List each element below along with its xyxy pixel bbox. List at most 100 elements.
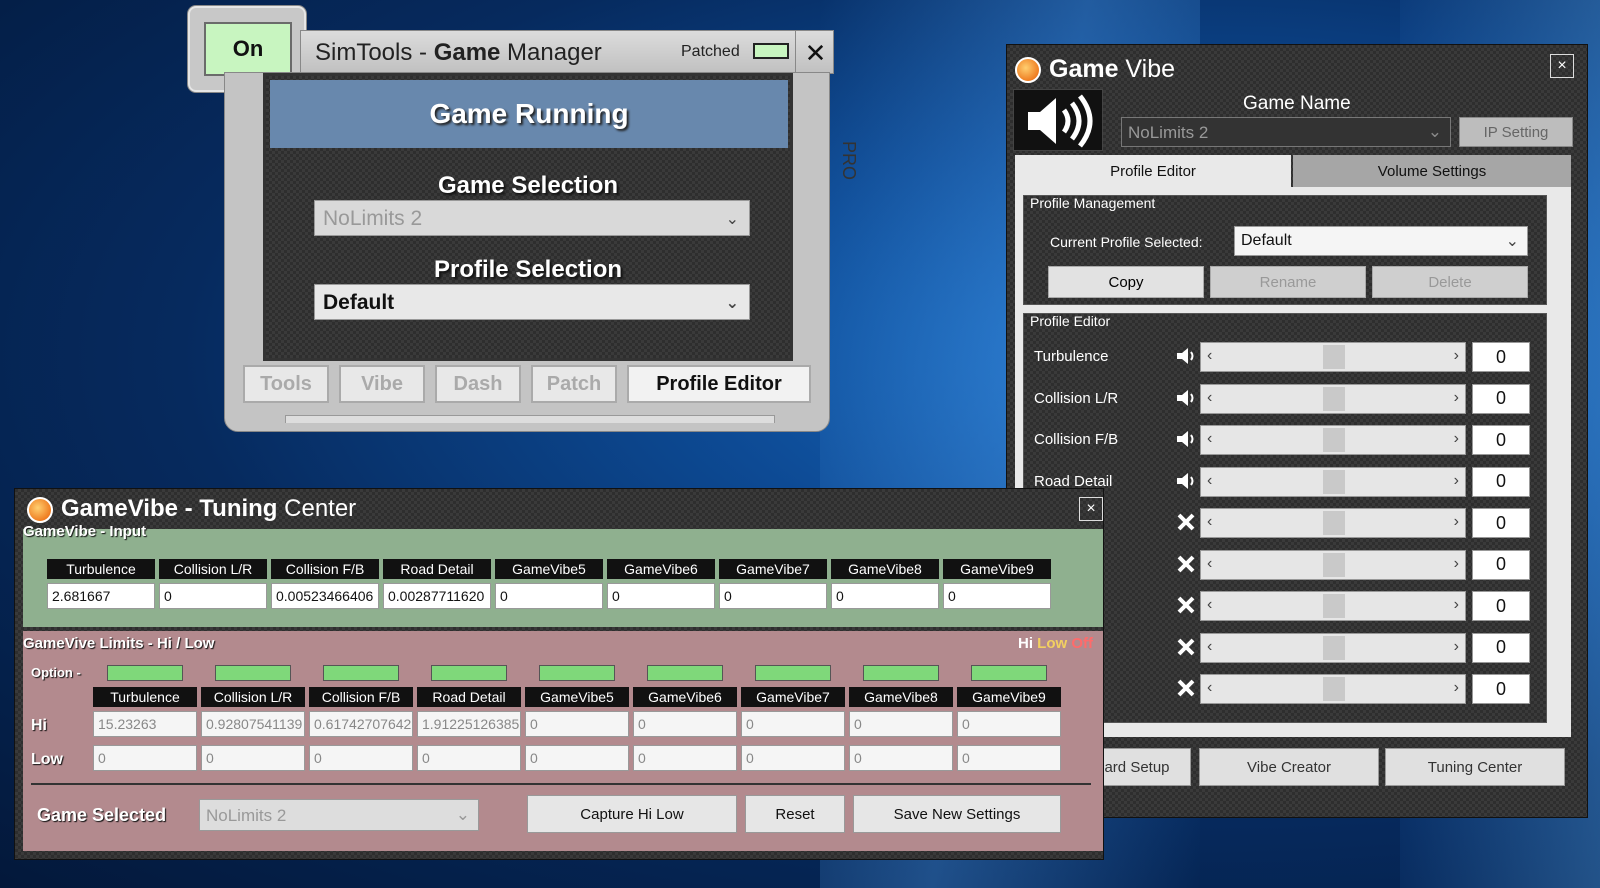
low-value-cell[interactable]: 0: [417, 745, 521, 771]
hi-value-cell[interactable]: 15.23263: [93, 711, 197, 737]
copy-button[interactable]: Copy: [1048, 266, 1204, 298]
mute-icon[interactable]: [1172, 508, 1200, 536]
low-value-cell[interactable]: 0: [633, 745, 737, 771]
vibe-slider[interactable]: ‹ ›: [1200, 674, 1466, 704]
slider-thumb[interactable]: [1323, 386, 1345, 411]
slider-thumb[interactable]: [1323, 345, 1345, 369]
save-new-settings-button[interactable]: Save New Settings: [853, 795, 1061, 833]
slider-thumb[interactable]: [1323, 594, 1345, 618]
tab-profile-editor[interactable]: Profile Editor: [1015, 155, 1291, 187]
profile-selection-dropdown[interactable]: Default ⌄: [314, 284, 750, 320]
input-value-cell[interactable]: 0: [607, 583, 715, 609]
vibe-slider[interactable]: ‹ ›: [1200, 425, 1466, 455]
slider-thumb[interactable]: [1323, 511, 1345, 535]
vibe-slider[interactable]: ‹ ›: [1200, 466, 1466, 497]
speaker-icon[interactable]: [1172, 467, 1200, 495]
on-button[interactable]: On: [204, 22, 292, 76]
low-value-cell[interactable]: 0: [93, 745, 197, 771]
tools-button[interactable]: Tools: [243, 365, 329, 403]
vibe-slider[interactable]: ‹ ›: [1200, 549, 1466, 580]
chevron-left-icon[interactable]: ‹: [1207, 513, 1212, 531]
channel-value[interactable]: 0: [1472, 632, 1530, 663]
reset-button[interactable]: Reset: [745, 795, 845, 833]
low-value-cell[interactable]: 0: [525, 745, 629, 771]
hi-value-cell[interactable]: 0: [849, 711, 953, 737]
game-manager-title-bar[interactable]: SimTools - Game Manager Patched ✕: [300, 30, 835, 75]
close-button[interactable]: ×: [1079, 497, 1103, 521]
chevron-left-icon[interactable]: ‹: [1207, 638, 1212, 656]
chevron-left-icon[interactable]: ‹: [1207, 555, 1212, 573]
input-value-cell[interactable]: 0: [943, 583, 1051, 609]
vibe-slider[interactable]: ‹ ›: [1200, 508, 1466, 538]
channel-value[interactable]: 0: [1472, 466, 1530, 497]
chevron-right-icon[interactable]: ›: [1454, 555, 1459, 573]
vibe-creator-button[interactable]: Vibe Creator: [1199, 748, 1379, 786]
game-selection-dropdown[interactable]: NoLimits 2 ⌄: [314, 200, 750, 236]
option-toggle[interactable]: [215, 665, 291, 681]
hi-value-cell[interactable]: 0.61742707642: [309, 711, 413, 737]
hi-value-cell[interactable]: 0.92807541139: [201, 711, 305, 737]
chevron-left-icon[interactable]: ‹: [1207, 430, 1212, 448]
input-value-cell[interactable]: 0.00523466406: [271, 583, 379, 609]
vibe-slider[interactable]: ‹ ›: [1200, 342, 1466, 372]
speaker-icon[interactable]: [1172, 384, 1200, 412]
low-value-cell[interactable]: 0: [309, 745, 413, 771]
chevron-right-icon[interactable]: ›: [1454, 389, 1459, 407]
tuning-center-button[interactable]: Tuning Center: [1385, 748, 1565, 786]
channel-value[interactable]: 0: [1472, 591, 1530, 621]
mute-icon[interactable]: [1172, 550, 1200, 578]
low-value-cell[interactable]: 0: [741, 745, 845, 771]
tab-volume-settings[interactable]: Volume Settings: [1293, 155, 1571, 187]
patch-button[interactable]: Patch: [531, 365, 617, 403]
chevron-right-icon[interactable]: ›: [1454, 513, 1459, 531]
channel-value[interactable]: 0: [1472, 549, 1530, 580]
channel-value[interactable]: 0: [1472, 508, 1530, 538]
channel-value[interactable]: 0: [1472, 674, 1530, 704]
slider-thumb[interactable]: [1323, 635, 1345, 660]
close-button[interactable]: ✕: [795, 31, 835, 75]
option-toggle[interactable]: [647, 665, 723, 681]
game-name-dropdown[interactable]: NoLimits 2 ⌄: [1121, 117, 1451, 147]
mute-icon[interactable]: [1172, 633, 1200, 661]
option-toggle[interactable]: [863, 665, 939, 681]
chevron-right-icon[interactable]: ›: [1454, 347, 1459, 365]
vibe-slider[interactable]: ‹ ›: [1200, 591, 1466, 621]
vibe-slider[interactable]: ‹ ›: [1200, 383, 1466, 414]
option-toggle[interactable]: [755, 665, 831, 681]
chevron-left-icon[interactable]: ‹: [1207, 389, 1212, 407]
chevron-right-icon[interactable]: ›: [1454, 679, 1459, 697]
hi-value-cell[interactable]: 0: [957, 711, 1061, 737]
low-value-cell[interactable]: 0: [201, 745, 305, 771]
option-toggle[interactable]: [971, 665, 1047, 681]
speaker-icon[interactable]: [1172, 425, 1200, 453]
option-toggle[interactable]: [539, 665, 615, 681]
option-toggle[interactable]: [107, 665, 183, 681]
option-toggle[interactable]: [431, 665, 507, 681]
mute-icon[interactable]: [1172, 591, 1200, 619]
rename-button[interactable]: Rename: [1210, 266, 1366, 298]
slider-thumb[interactable]: [1323, 552, 1345, 577]
ip-setting-button[interactable]: IP Setting: [1459, 117, 1573, 147]
slider-thumb[interactable]: [1323, 428, 1345, 452]
input-value-cell[interactable]: 2.681667: [47, 583, 155, 609]
chevron-right-icon[interactable]: ›: [1454, 430, 1459, 448]
chevron-left-icon[interactable]: ‹: [1207, 347, 1212, 365]
hi-value-cell[interactable]: 0: [633, 711, 737, 737]
option-toggle[interactable]: [323, 665, 399, 681]
chevron-right-icon[interactable]: ›: [1454, 596, 1459, 614]
low-value-cell[interactable]: 0: [849, 745, 953, 771]
chevron-right-icon[interactable]: ›: [1454, 472, 1459, 490]
input-value-cell[interactable]: 0: [831, 583, 939, 609]
chevron-left-icon[interactable]: ‹: [1207, 596, 1212, 614]
game-selected-dropdown[interactable]: NoLimits 2 ⌄: [199, 799, 479, 831]
hi-value-cell[interactable]: 0: [741, 711, 845, 737]
channel-value[interactable]: 0: [1472, 425, 1530, 455]
speaker-icon[interactable]: [1172, 342, 1200, 370]
input-value-cell[interactable]: 0: [159, 583, 267, 609]
dash-button[interactable]: Dash: [435, 365, 521, 403]
chevron-right-icon[interactable]: ›: [1454, 638, 1459, 656]
vibe-slider[interactable]: ‹ ›: [1200, 632, 1466, 663]
mute-icon[interactable]: [1172, 674, 1200, 702]
channel-value[interactable]: 0: [1472, 383, 1530, 414]
chevron-left-icon[interactable]: ‹: [1207, 472, 1212, 490]
